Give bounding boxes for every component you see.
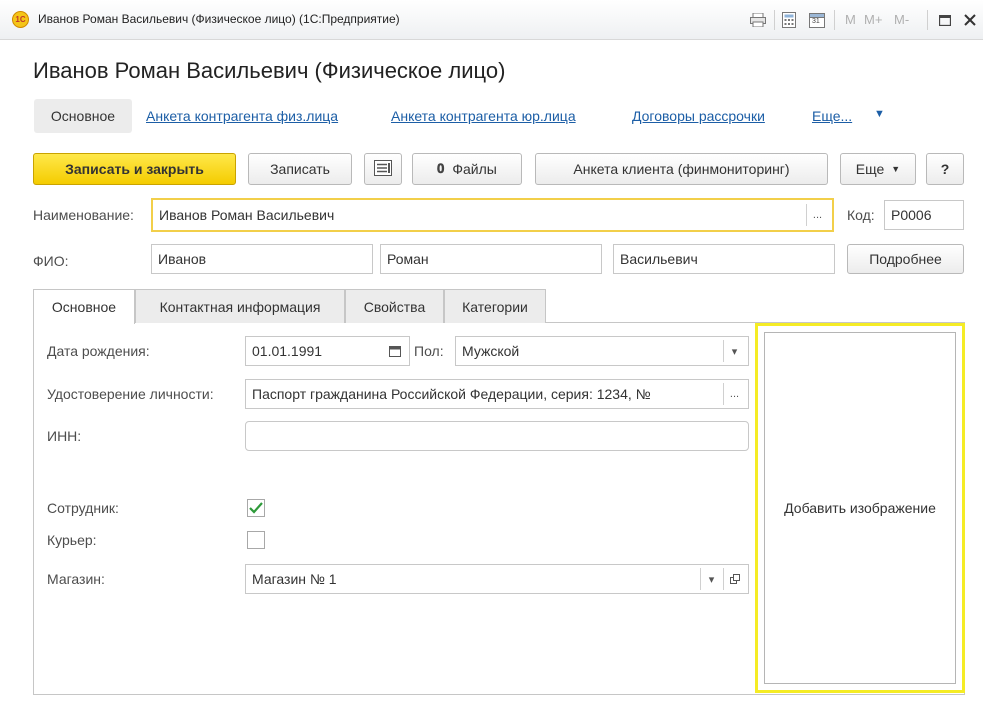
chevron-down-icon[interactable]: ▾ xyxy=(700,568,722,590)
add-image-label: Добавить изображение xyxy=(784,500,936,516)
memory-button-m-minus[interactable]: M- xyxy=(894,12,909,27)
files-button[interactable]: 𝟎 Файлы xyxy=(412,153,522,185)
toolbar-separator xyxy=(834,10,835,30)
nav-link-individual-form[interactable]: Анкета контрагента физ.лица xyxy=(146,108,338,124)
employee-checkbox[interactable] xyxy=(247,499,265,517)
birth-date-input[interactable]: 01.01.1991 xyxy=(245,336,410,366)
birth-date-label: Дата рождения: xyxy=(47,343,150,359)
add-image-area[interactable]: Добавить изображение xyxy=(764,332,956,684)
inn-label: ИНН: xyxy=(47,428,82,444)
first-name-value: Роман xyxy=(387,251,429,267)
id-document-input[interactable]: Паспорт гражданина Российской Федерации,… xyxy=(245,379,749,409)
close-icon[interactable] xyxy=(960,10,980,30)
code-value: Р0006 xyxy=(891,207,932,223)
window-title: Иванов Роман Васильевич (Физическое лицо… xyxy=(38,12,400,26)
code-input[interactable]: Р0006 xyxy=(884,200,964,230)
courier-checkbox[interactable] xyxy=(247,531,265,549)
last-name-value: Иванов xyxy=(158,251,207,267)
gender-value: Мужской xyxy=(462,343,520,359)
document-list-icon xyxy=(374,159,392,179)
nav-more-link[interactable]: Еще... xyxy=(812,108,852,124)
calendar-picker-icon[interactable] xyxy=(389,344,401,360)
gender-select[interactable]: Мужской ▾ xyxy=(455,336,749,366)
name-value: Иванов Роман Васильевич xyxy=(159,207,335,223)
image-highlight-frame: Добавить изображение xyxy=(755,323,965,693)
more-actions-label: Еще xyxy=(855,161,885,177)
employee-label: Сотрудник: xyxy=(47,500,119,516)
fio-label: ФИО: xyxy=(33,253,69,269)
print-icon[interactable] xyxy=(748,10,768,30)
name-label: Наименование: xyxy=(33,207,134,223)
store-value: Магазин № 1 xyxy=(252,571,337,587)
tab-properties[interactable]: Свойства xyxy=(345,289,444,323)
chevron-down-icon[interactable]: ▾ xyxy=(723,340,745,362)
more-actions-button[interactable]: Еще ▼ xyxy=(840,153,916,185)
first-name-input[interactable]: Роман xyxy=(380,244,602,274)
details-button[interactable]: Подробнее xyxy=(847,244,964,274)
nav-main[interactable]: Основное xyxy=(34,99,132,133)
last-name-input[interactable]: Иванов xyxy=(151,244,373,274)
calculator-icon[interactable] xyxy=(779,10,799,30)
inn-input[interactable] xyxy=(245,421,749,451)
toolbar-separator xyxy=(774,10,775,30)
id-document-select-button[interactable]: ... xyxy=(723,383,745,405)
checkmark-icon xyxy=(249,502,263,514)
save-and-close-button[interactable]: Записать и закрыть xyxy=(33,153,236,185)
app-logo-icon: 1С xyxy=(12,11,29,28)
gender-label: Пол: xyxy=(414,343,444,359)
middle-name-input[interactable]: Васильевич xyxy=(613,244,835,274)
page-title: Иванов Роман Васильевич (Физическое лицо… xyxy=(33,58,506,83)
tab-categories[interactable]: Категории xyxy=(444,289,546,323)
name-select-button[interactable]: ... xyxy=(806,204,828,226)
calendar-icon[interactable]: 31 xyxy=(807,10,827,30)
tab-main[interactable]: Основное xyxy=(33,289,135,324)
birth-date-value: 01.01.1991 xyxy=(252,343,323,359)
client-form-button[interactable]: Анкета клиента (финмониторинг) xyxy=(535,153,828,185)
maximize-icon[interactable] xyxy=(935,10,955,30)
save-button[interactable]: Записать xyxy=(248,153,352,185)
memory-button-m[interactable]: M xyxy=(845,12,856,27)
paperclip-icon: 𝟎 xyxy=(437,161,445,176)
nav-link-installment-contracts[interactable]: Договоры рассрочки xyxy=(632,108,765,124)
chevron-down-icon: ▼ xyxy=(891,164,901,174)
memory-button-m-plus[interactable]: M+ xyxy=(864,12,882,27)
document-list-button[interactable] xyxy=(364,153,402,185)
middle-name-value: Васильевич xyxy=(620,251,698,267)
tab-contact-info[interactable]: Контактная информация xyxy=(135,289,345,323)
calendar-day-label: 31 xyxy=(812,18,820,25)
id-document-value: Паспорт гражданина Российской Федерации,… xyxy=(252,386,651,402)
id-document-label: Удостоверение личности: xyxy=(47,386,214,402)
help-button[interactable]: ? xyxy=(926,153,964,185)
nav-link-legal-form[interactable]: Анкета контрагента юр.лица xyxy=(391,108,576,124)
courier-label: Курьер: xyxy=(47,532,97,548)
store-select[interactable]: Магазин № 1 ▾ xyxy=(245,564,749,594)
store-label: Магазин: xyxy=(47,571,105,587)
files-button-label: Файлы xyxy=(452,161,497,177)
toolbar-separator xyxy=(927,10,928,30)
nav-more-chevron-icon[interactable]: ▼ xyxy=(874,108,885,120)
code-label: Код: xyxy=(847,207,875,223)
open-item-icon[interactable] xyxy=(723,568,745,590)
name-input[interactable]: Иванов Роман Васильевич ... xyxy=(151,198,834,232)
